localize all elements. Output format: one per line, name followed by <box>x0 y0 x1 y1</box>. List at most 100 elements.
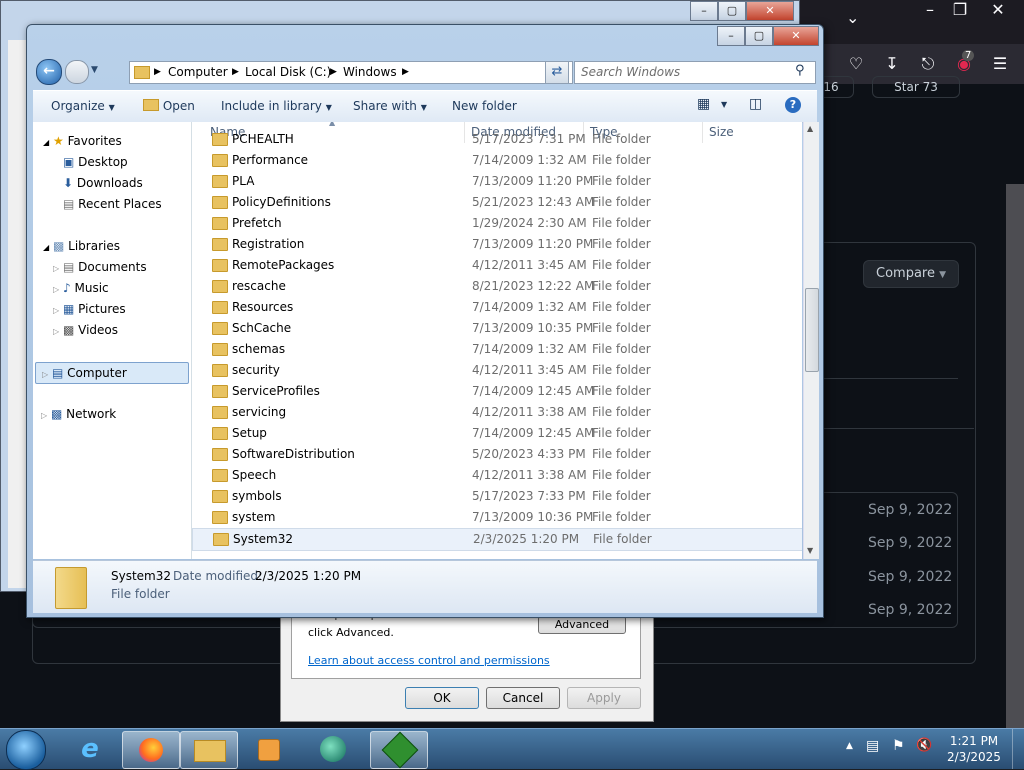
recent-pages-icon[interactable]: ▼ <box>91 65 98 75</box>
change-view-icon[interactable]: ▦ <box>697 96 710 112</box>
media-player-icon[interactable] <box>240 731 296 767</box>
nav-recent-places[interactable]: ▤ Recent Places <box>63 194 162 214</box>
clock[interactable]: 1:21 PM 2/3/2025 <box>942 733 1006 765</box>
file-row[interactable]: PCHEALTH 5/17/2023 7:31 PM File folder <box>192 129 802 150</box>
file-row[interactable]: system 7/13/2009 10:36 PM File folder <box>192 507 802 528</box>
file-row[interactable]: Setup 7/14/2009 12:45 AM File folder <box>192 423 802 444</box>
file-row[interactable]: schemas 7/14/2009 1:32 AM File folder <box>192 339 802 360</box>
address-bar[interactable]: ▶ Computer ▶ Local Disk (C:) ▶ Windows ▶… <box>129 61 573 84</box>
file-row[interactable]: System32 2/3/2025 1:20 PM File folder <box>192 528 802 551</box>
file-row[interactable]: security 4/12/2011 3:45 AM File folder <box>192 360 802 381</box>
expand-arrow-icon[interactable]: ▷ <box>42 370 48 379</box>
hamburger-menu-icon[interactable]: ☰ <box>984 50 1016 78</box>
file-row[interactable]: ServiceProfiles 7/14/2009 12:45 AM File fo… <box>192 381 802 402</box>
breadcrumb-separator-icon[interactable]: ▶ <box>402 67 409 77</box>
back-maximize-button[interactable]: ▢ <box>718 1 746 21</box>
file-row[interactable]: Resources 7/14/2009 1:32 AM File folder <box>192 297 802 318</box>
page-scrollbar[interactable] <box>1006 184 1024 728</box>
show-desktop-button[interactable] <box>1012 729 1024 769</box>
firefox-close-button[interactable]: ✕ <box>982 0 1014 24</box>
expand-arrow-icon[interactable]: ◢ <box>43 138 49 147</box>
pocket-icon[interactable]: ♡ <box>840 50 872 78</box>
maximize-button[interactable]: ▢ <box>745 26 773 46</box>
breadcrumb-separator-icon[interactable]: ▶ <box>232 67 239 77</box>
nav-computer[interactable]: ▷ ▤ Computer <box>35 362 189 384</box>
nav-music[interactable]: ▷ ♪ Music <box>53 278 109 298</box>
file-row[interactable]: servicing 4/12/2011 3:38 AM File folder <box>192 402 802 423</box>
network-tray-icon[interactable]: ▤ <box>866 738 879 754</box>
nav-documents[interactable]: ▷ ▤ Documents <box>53 257 147 277</box>
nav-network[interactable]: ▷ ▩ Network <box>41 404 116 424</box>
ok-button[interactable]: OK <box>405 687 479 709</box>
search-icon[interactable]: ⚲ <box>795 63 805 78</box>
advanced-button[interactable]: Advanced <box>538 616 626 634</box>
refresh-button[interactable]: ⇄ <box>545 61 569 84</box>
file-list-scrollbar[interactable]: ▲ ▼ <box>803 122 819 559</box>
expand-arrow-icon[interactable]: ▷ <box>53 327 59 336</box>
file-row[interactable]: PLA 7/13/2009 11:20 PM File folder <box>192 171 802 192</box>
scroll-thumb[interactable] <box>805 288 819 372</box>
start-button[interactable] <box>6 730 46 770</box>
learn-access-link[interactable]: Learn about access control and permissio… <box>308 654 550 667</box>
firefox-taskbar-icon[interactable] <box>122 731 180 769</box>
scroll-down-arrow-icon[interactable]: ▼ <box>807 546 813 555</box>
preview-pane-icon[interactable]: ◫ <box>749 96 762 112</box>
firefox-restore-button[interactable]: ❐ <box>944 0 976 24</box>
open-button[interactable]: Open <box>143 99 195 113</box>
explorer-taskbar-icon[interactable] <box>180 731 238 769</box>
breadcrumb-separator-icon[interactable]: ▶ <box>330 67 337 77</box>
nav-libraries[interactable]: ◢ ▩ Libraries <box>43 236 120 256</box>
nav-downloads[interactable]: ⬇ Downloads <box>63 173 143 193</box>
show-hidden-icons[interactable]: ▲ <box>846 741 853 751</box>
firefox-minimize-button[interactable]: – <box>914 0 946 24</box>
expand-arrow-icon[interactable]: ◢ <box>43 243 49 252</box>
action-center-flag-icon[interactable]: ⚑ <box>892 738 905 754</box>
back-close-button[interactable]: ✕ <box>746 1 794 21</box>
star-button[interactable]: Star 73 <box>872 76 960 98</box>
nav-desktop[interactable]: ▣ Desktop <box>63 152 128 172</box>
file-row[interactable]: Performance 7/14/2009 1:32 AM File folder <box>192 150 802 171</box>
search-input[interactable]: Search Windows <box>581 65 680 79</box>
cancel-button[interactable]: Cancel <box>486 687 560 709</box>
file-row[interactable]: SoftwareDistribution 5/20/2023 4:33 PM Fil… <box>192 444 802 465</box>
new-folder-button[interactable]: New folder <box>452 99 517 113</box>
file-row[interactable]: symbols 5/17/2023 7:33 PM File folder <box>192 486 802 507</box>
file-row[interactable]: Registration 7/13/2009 11:20 PM File folde… <box>192 234 802 255</box>
organize-button[interactable]: Organize ▼ <box>51 99 115 113</box>
app-taskbar-icon[interactable] <box>304 731 360 767</box>
scroll-up-arrow-icon[interactable]: ▲ <box>807 124 813 133</box>
nav-pictures[interactable]: ▷ ▦ Pictures <box>53 299 126 319</box>
breadcrumb-separator-icon[interactable]: ▶ <box>154 67 161 77</box>
include-in-library-button[interactable]: Include in library ▼ <box>221 99 332 113</box>
file-row[interactable]: RemotePackages 4/12/2011 3:45 AM File fold… <box>192 255 802 276</box>
internet-explorer-icon[interactable]: e <box>62 731 118 767</box>
nav-favorites[interactable]: ◢ ★ Favorites <box>43 131 122 151</box>
breadcrumb-windows[interactable]: Windows <box>343 65 397 79</box>
breadcrumb-computer[interactable]: Computer <box>168 65 228 79</box>
vim-taskbar-icon[interactable] <box>370 731 428 769</box>
firefox-tab-list-icon[interactable]: ⌄ <box>846 8 859 27</box>
back-minimize-button[interactable]: – <box>690 1 718 21</box>
compare-button[interactable]: Compare ▼ <box>863 260 959 288</box>
help-icon[interactable]: ? <box>785 97 801 113</box>
file-row[interactable]: SchCache 7/13/2009 10:35 PM File folder <box>192 318 802 339</box>
minimize-button[interactable]: – <box>717 26 745 46</box>
file-row[interactable]: PolicyDefinitions 5/21/2023 12:43 AM File … <box>192 192 802 213</box>
back-button[interactable]: ← <box>36 59 62 85</box>
expand-arrow-icon[interactable]: ▷ <box>53 285 59 294</box>
apply-button[interactable]: Apply <box>567 687 641 709</box>
volume-muted-icon[interactable]: 🔇 <box>916 738 932 753</box>
expand-arrow-icon[interactable]: ▷ <box>41 411 47 420</box>
expand-arrow-icon[interactable]: ▷ <box>53 306 59 315</box>
share-with-button[interactable]: Share with ▼ <box>353 99 427 113</box>
search-box[interactable]: Search Windows ⚲ <box>574 61 816 84</box>
file-row[interactable]: Prefetch 1/29/2024 2:30 AM File folder <box>192 213 802 234</box>
close-button[interactable]: ✕ <box>773 26 819 46</box>
nav-videos[interactable]: ▷ ▩ Videos <box>53 320 118 340</box>
downloads-icon[interactable]: ↧ <box>876 50 908 78</box>
expand-arrow-icon[interactable]: ▷ <box>53 264 59 273</box>
view-dropdown-icon[interactable]: ▼ <box>721 100 727 109</box>
extensions-icon[interactable]: ⎋ <box>912 50 944 78</box>
breadcrumb-local-disk[interactable]: Local Disk (C:) <box>245 65 331 79</box>
forward-button[interactable] <box>65 60 89 84</box>
